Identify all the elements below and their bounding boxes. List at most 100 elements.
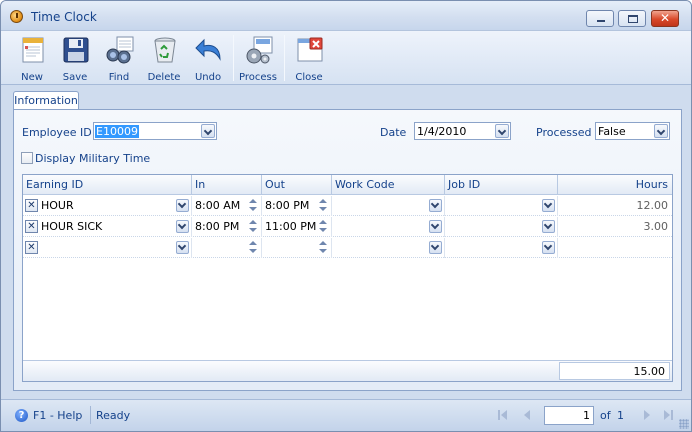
earning-id-dropdown[interactable] <box>176 220 189 233</box>
out-value: 11:00 PM <box>265 220 317 233</box>
title-bar[interactable]: Time Clock ✕ <box>1 1 691 31</box>
military-time-checkbox[interactable] <box>21 152 33 164</box>
chevron-down-icon <box>177 199 187 209</box>
column-earning-id[interactable]: Earning ID <box>23 175 192 195</box>
delete-row-icon[interactable]: ✕ <box>25 241 38 254</box>
column-hours[interactable]: Hours <box>558 175 672 195</box>
employee-id-combo[interactable]: E10009 <box>93 122 217 140</box>
status-bar: ? F1 - Help Ready 1 of 1 <box>1 399 691 431</box>
out-cell[interactable] <box>262 238 332 258</box>
hours-cell[interactable]: 3.00 <box>558 217 672 237</box>
column-out[interactable]: Out <box>262 175 332 195</box>
help-icon[interactable]: ? <box>15 409 28 422</box>
in-spinner[interactable] <box>248 198 259 213</box>
work-code-dropdown[interactable] <box>429 220 442 233</box>
next-page-button[interactable] <box>639 408 655 422</box>
processed-value: False <box>598 125 626 138</box>
help-text[interactable]: F1 - Help <box>33 409 82 422</box>
processed-combo[interactable]: False <box>595 122 670 140</box>
column-job-id[interactable]: Job ID <box>445 175 558 195</box>
minimize-button[interactable] <box>586 10 614 27</box>
out-spinner[interactable] <box>318 198 329 213</box>
employee-id-label: Employee ID <box>22 126 92 139</box>
date-dropdown-button[interactable] <box>495 124 509 138</box>
close-icon: ✕ <box>659 11 671 25</box>
in-cell[interactable]: 8:00 AM <box>192 196 262 216</box>
work-code-cell[interactable] <box>332 238 445 258</box>
earning-id-dropdown[interactable] <box>176 241 189 254</box>
close-button[interactable]: Close <box>289 33 329 83</box>
close-form-icon <box>297 37 323 62</box>
first-page-button[interactable] <box>496 408 512 422</box>
earning-id-value: HOUR <box>41 199 74 212</box>
chevron-down-icon <box>543 199 553 209</box>
earning-id-cell[interactable]: ✕ HOUR <box>23 196 192 216</box>
first-page-icon <box>501 410 507 420</box>
employee-id-dropdown-button[interactable] <box>201 124 215 138</box>
minimize-icon <box>597 20 605 22</box>
process-button[interactable]: Process <box>238 33 278 83</box>
table-row[interactable]: ✕ HOUR SICK 8:00 PM 11:00 PM 3.00 <box>23 217 672 237</box>
in-cell[interactable]: 8:00 PM <box>192 217 262 237</box>
undo-button[interactable]: Undo <box>188 33 228 83</box>
new-button[interactable]: New <box>12 33 52 83</box>
chevron-down-icon <box>430 199 440 209</box>
job-id-dropdown[interactable] <box>542 241 555 254</box>
job-id-dropdown[interactable] <box>542 220 555 233</box>
last-page-button[interactable] <box>661 408 677 422</box>
in-value: 8:00 PM <box>195 220 240 233</box>
chevron-down-icon <box>203 126 213 136</box>
table-row-new[interactable]: ✕ <box>23 238 672 258</box>
find-button[interactable]: Find <box>99 33 139 83</box>
out-cell[interactable]: 11:00 PM <box>262 217 332 237</box>
time-entries-grid: Earning ID In Out Work Code Job ID Hours… <box>22 174 673 382</box>
out-cell[interactable]: 8:00 PM <box>262 196 332 216</box>
save-label: Save <box>62 72 88 83</box>
work-code-dropdown[interactable] <box>429 199 442 212</box>
page-number-input[interactable]: 1 <box>544 406 594 425</box>
out-spinner[interactable] <box>318 219 329 234</box>
chevron-down-icon <box>543 220 553 230</box>
date-value: 1/4/2010 <box>417 125 467 138</box>
hours-cell[interactable] <box>558 238 672 258</box>
binoculars-icon <box>106 36 134 64</box>
chevron-down-icon <box>543 241 553 251</box>
grid-header: Earning ID In Out Work Code Job ID Hours <box>23 175 672 195</box>
table-row[interactable]: ✕ HOUR 8:00 AM 8:00 PM 12.00 <box>23 196 672 216</box>
job-id-cell[interactable] <box>445 217 558 237</box>
job-id-cell[interactable] <box>445 238 558 258</box>
column-work-code[interactable]: Work Code <box>332 175 445 195</box>
earning-id-cell[interactable]: ✕ HOUR SICK <box>23 217 192 237</box>
out-spinner[interactable] <box>318 240 329 255</box>
delete-row-icon[interactable]: ✕ <box>25 199 38 212</box>
delete-button[interactable]: Delete <box>144 33 184 83</box>
earning-id-dropdown[interactable] <box>176 199 189 212</box>
earning-id-cell[interactable]: ✕ <box>23 238 192 258</box>
resize-grip[interactable] <box>679 419 689 429</box>
work-code-dropdown[interactable] <box>429 241 442 254</box>
chevron-down-icon <box>430 220 440 230</box>
find-label: Find <box>108 72 130 83</box>
new-label: New <box>21 72 43 83</box>
tab-information[interactable]: Information <box>13 91 79 110</box>
in-spinner[interactable] <box>248 219 259 234</box>
hours-cell[interactable]: 12.00 <box>558 196 672 216</box>
date-picker[interactable]: 1/4/2010 <box>414 122 511 140</box>
chevron-down-icon <box>656 126 666 136</box>
close-window-button[interactable]: ✕ <box>651 10 679 27</box>
save-button[interactable]: Save <box>55 33 95 83</box>
job-id-cell[interactable] <box>445 196 558 216</box>
chevron-down-icon <box>177 241 187 251</box>
job-id-dropdown[interactable] <box>542 199 555 212</box>
work-code-cell[interactable] <box>332 217 445 237</box>
new-document-icon <box>22 37 44 63</box>
previous-page-button[interactable] <box>520 408 536 422</box>
in-cell[interactable] <box>192 238 262 258</box>
processed-dropdown-button[interactable] <box>654 124 668 138</box>
maximize-button[interactable] <box>618 10 646 27</box>
column-in[interactable]: In <box>192 175 262 195</box>
work-code-cell[interactable] <box>332 196 445 216</box>
delete-row-icon[interactable]: ✕ <box>25 220 38 233</box>
window-title: Time Clock <box>31 10 97 24</box>
in-spinner[interactable] <box>248 240 259 255</box>
